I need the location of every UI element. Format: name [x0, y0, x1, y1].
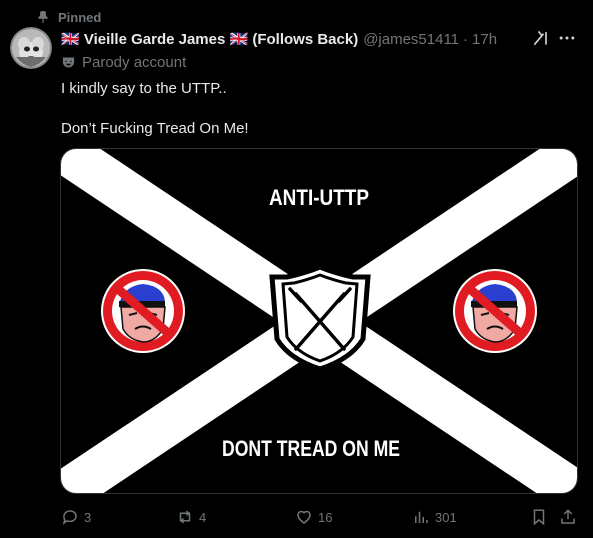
flag-top-text: ANTI-UTTP — [269, 185, 369, 210]
pin-icon — [38, 11, 48, 23]
more-icon[interactable] — [557, 28, 577, 48]
reply-button[interactable]: 3 — [61, 506, 91, 528]
tweet-line-2: Don’t Fucking Tread On Me! — [61, 120, 249, 137]
bookmark-icon — [533, 509, 545, 526]
reply-count: 3 — [84, 509, 92, 525]
tweet-media[interactable]: ANTI-UTTP DONT TREAD ON ME — [60, 148, 578, 494]
anti-uttp-flag: ANTI-UTTP DONT TREAD ON ME — [61, 149, 577, 493]
repost-button[interactable]: 4 — [176, 506, 206, 528]
pinned-indicator: Pinned — [36, 8, 101, 26]
tweet-actions: 3 4 16 301 — [61, 506, 579, 528]
views-icon — [415, 511, 428, 523]
views-button[interactable]: 301 — [412, 506, 457, 528]
bookmark-button[interactable] — [530, 506, 548, 528]
like-count: 16 — [318, 509, 333, 525]
repost-count: 4 — [199, 509, 207, 525]
share-icon — [561, 509, 575, 524]
share-button[interactable] — [559, 506, 577, 528]
avatar[interactable] — [10, 27, 52, 69]
parody-label: Parody account — [61, 53, 186, 71]
like-button[interactable]: 16 — [295, 506, 332, 528]
repost-icon — [179, 510, 191, 524]
header-separator: · — [463, 30, 469, 48]
author-display-name[interactable]: 🇬🇧 Vieille Garde James 🇬🇧 (Follows Back) — [61, 30, 358, 48]
flag-bottom-text: DONT TREAD ON ME — [222, 436, 400, 461]
tweet-line-1: I kindly say to the UTTP.. — [61, 80, 227, 97]
no-police-sign-right — [453, 269, 537, 353]
theater-masks-icon — [62, 57, 75, 67]
parody-label-text: Parody account — [82, 53, 187, 71]
author-handle[interactable]: @james51411 — [363, 31, 459, 48]
reply-icon — [62, 510, 77, 525]
tweet-text: I kindly say to the UTTP.. Don’t Fucking… — [61, 79, 561, 139]
tweet-header: 🇬🇧 Vieille Garde James 🇬🇧 (Follows Back)… — [61, 29, 573, 49]
no-police-sign-left — [101, 269, 185, 353]
views-count: 301 — [435, 509, 457, 525]
pinned-label: Pinned — [58, 9, 102, 25]
grok-icon[interactable] — [531, 28, 551, 48]
tweet-time[interactable]: 17h — [472, 31, 497, 48]
heart-icon — [297, 510, 311, 524]
